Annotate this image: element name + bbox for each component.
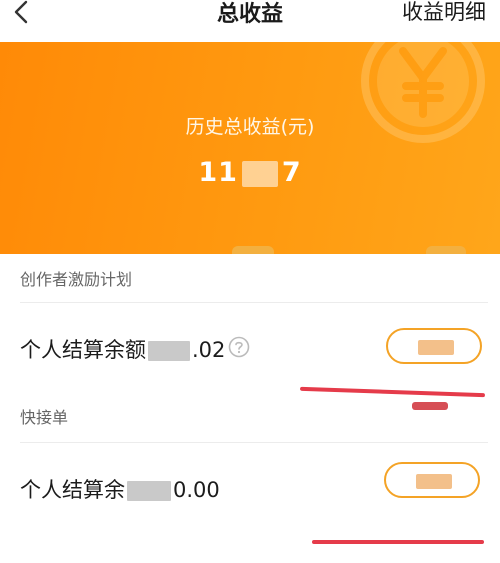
settlement-balance-label: 个人结算余额 — [20, 338, 146, 362]
total-earnings-amount: 11 7 — [0, 157, 500, 188]
settlement-balance-label: 个人结算余 — [20, 478, 125, 502]
redacted-button-label — [418, 340, 454, 355]
personal-settlement-row: 个人结算余 0.00 — [0, 456, 500, 516]
question-circle-icon — [228, 336, 250, 358]
amount-prefix: 11 — [198, 157, 238, 188]
settlement-balance-value: .02 — [192, 338, 226, 362]
back-button[interactable] — [8, 0, 42, 28]
help-button[interactable] — [228, 336, 250, 358]
personal-settlement-row: 个人结算余额 .02 — [0, 316, 500, 376]
withdraw-button[interactable] — [386, 328, 482, 364]
section-header-creator-incentive: 创作者激励计划 — [20, 270, 133, 289]
divider — [20, 442, 488, 443]
section-header-quick-order: 快接单 — [20, 408, 69, 427]
withdraw-button[interactable] — [384, 462, 480, 498]
annotation-mark — [412, 402, 448, 410]
earnings-detail-link[interactable]: 收益明细 — [402, 0, 486, 26]
redacted-button-label — [416, 474, 452, 489]
total-earnings-label: 历史总收益(元) — [185, 116, 315, 138]
amount-suffix: 7 — [281, 157, 302, 188]
banner-tab-indicator — [232, 246, 274, 254]
redacted-digits — [241, 160, 278, 187]
settlement-balance-text: 个人结算余额 .02 — [20, 334, 225, 364]
annotation-underline — [299, 386, 486, 398]
chevron-left-icon — [14, 0, 28, 24]
settlement-balance-value: 0.00 — [173, 478, 220, 502]
redacted-digits — [148, 341, 190, 361]
settlement-balance-text: 个人结算余 0.00 — [20, 474, 220, 504]
total-earnings-banner: 历史总收益(元) 11 7 — [0, 42, 500, 254]
redacted-digits — [127, 481, 171, 501]
top-navigation-bar: 总收益 收益明细 — [0, 0, 500, 42]
banner-tab-indicator — [426, 246, 466, 254]
annotation-underline — [312, 540, 484, 544]
divider — [20, 302, 488, 303]
